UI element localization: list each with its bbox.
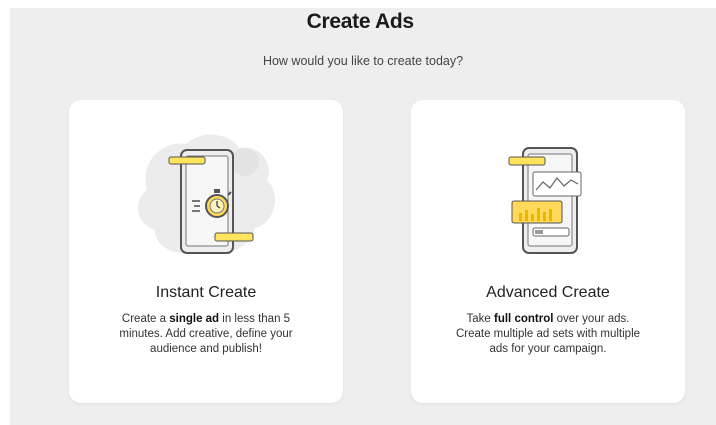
advanced-create-title: Advanced Create [486, 284, 610, 301]
desc-bold-text: full control [494, 313, 554, 325]
instant-create-description: Create a single ad in less than 5 minute… [109, 312, 303, 357]
desc-bold-text: single ad [169, 313, 220, 325]
page-title-text: Create Ads [306, 10, 414, 33]
advanced-create-card[interactable]: Advanced Create Take full control over y… [411, 100, 685, 403]
advanced-create-description: Take full control over your ads. Create … [451, 312, 645, 357]
instant-create-card[interactable]: Instant Create Create a single ad in les… [69, 100, 343, 403]
page-subtitle: How would you like to create today? [262, 54, 464, 68]
phone-charts-icon [508, 147, 582, 254]
page-title: Create Ads [10, 10, 716, 34]
desc-text: Create a [121, 313, 170, 325]
instant-create-title: Instant Create [155, 284, 257, 301]
phone-stopwatch-icon [137, 134, 276, 254]
create-ads-panel: Create Ads How would you like to create … [10, 8, 716, 425]
desc-text: Take [466, 313, 494, 325]
